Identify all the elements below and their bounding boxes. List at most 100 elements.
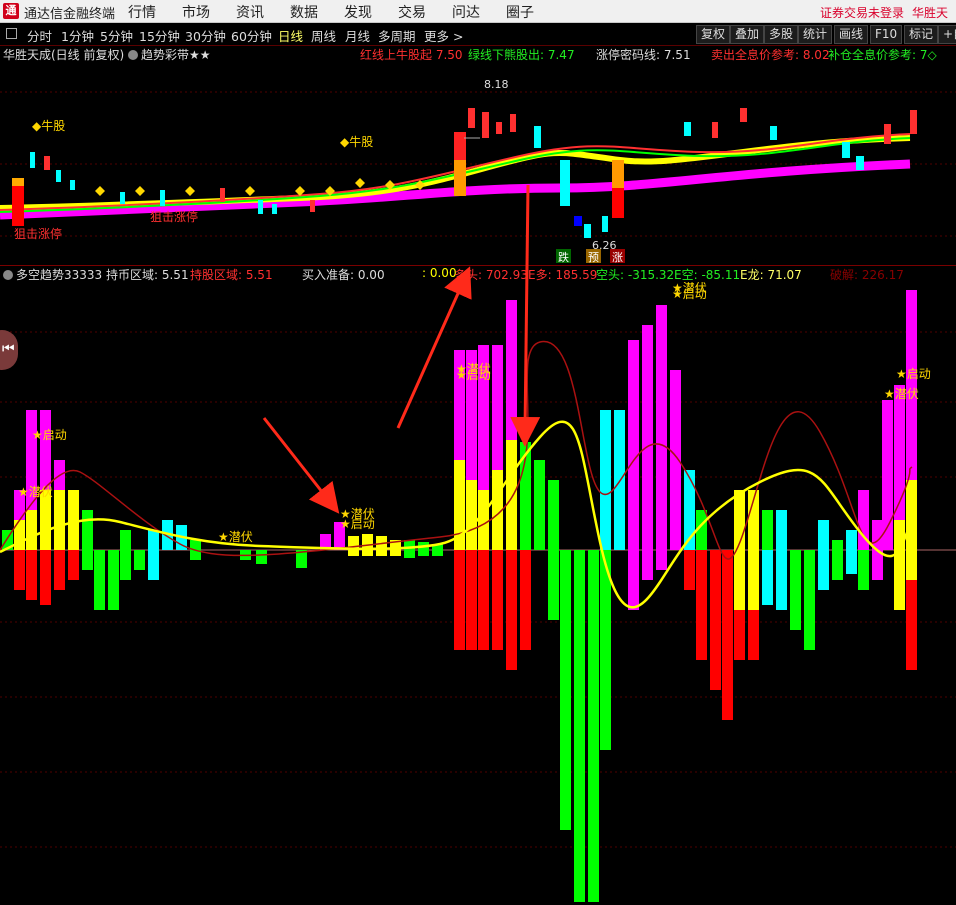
indicator-bar [54,490,65,550]
hold-stock-label: 持股区域: 5.51 [190,268,273,282]
indicator-bar [656,305,667,570]
indicator-bar [506,440,517,550]
menu-discover[interactable]: 发现 [344,2,372,22]
indicator-bar [82,550,93,570]
indicator-bar [120,530,131,580]
menu-market-quotes[interactable]: 行情 [128,2,156,22]
signal-ambush-2: ★潜伏 [218,530,253,544]
f10-button[interactable]: F10 [870,25,903,44]
menu-news[interactable]: 资讯 [236,2,264,22]
mark-button[interactable]: 标记 [904,25,939,44]
crack-label: 破解: 226.17 [830,268,904,282]
indicator-bar [376,536,387,556]
indicator-bar [40,550,51,605]
period-5min[interactable]: 5分钟 [100,26,133,45]
menu-ask[interactable]: 问达 [452,2,480,22]
signal-ambush-5: ★潜伏 [672,282,707,295]
more-tools-button[interactable]: +自 [938,25,956,44]
indicator-bar [40,490,51,550]
period-30min[interactable]: 30分钟 [185,26,226,45]
high-price-label: 8.18 [484,78,509,91]
indicator-bar [82,510,93,550]
indicator-bar [776,510,787,610]
period-timeshare[interactable]: 分时 [27,26,52,45]
period-more[interactable]: 更多 > [424,26,463,45]
overlay-button[interactable]: 叠加 [730,25,765,44]
e-short-label: E空: -85.11 [674,268,741,282]
period-monthly[interactable]: 月线 [345,26,370,45]
indicator-bar [94,550,105,610]
indicator-bar [520,550,531,650]
signal-start-5: ★启动 [896,367,931,381]
indicator-bar [858,550,869,590]
buy-prep-label: 买入准备: 0.00 [302,268,385,282]
e-dragon-label: E龙: 71.07 [740,268,802,282]
indicator-bar [790,550,801,630]
indicator-bar [548,480,559,620]
indicator-menu-icon[interactable] [128,50,138,60]
adjust-button[interactable]: 复权 [696,25,731,44]
indicator-bar [600,550,611,750]
trend-indicator-chart[interactable]: ★启动 ★潜伏 ★潜伏 ★启动 ★潜伏 ★启动 ★潜伏 ★启动 ★潜伏 ★启动 … [0,282,956,902]
indicator-bar [574,550,585,902]
period-1min[interactable]: 1分钟 [61,26,94,45]
signal-ambush-4: ★潜伏 [456,362,491,376]
app-logo-icon: 通 [3,3,19,19]
period-multi[interactable]: 多周期 [378,26,416,45]
menu-data[interactable]: 数据 [290,2,318,22]
indicator-bar [642,325,653,580]
sub-indicator-menu-icon[interactable] [3,270,13,280]
indicator-bar [894,520,905,610]
bull-signal-1: ◆牛股 [32,118,65,133]
indicator-bar [600,410,611,550]
menu-bar: 通 通达信金融终端 行情 市场 资讯 数据 发现 交易 问达 圈子 证券交易未登… [0,0,956,37]
indicator-bar [560,550,571,830]
indicator-bar [710,550,721,690]
e-long-label: E多: 185.59 [528,268,598,282]
long-value-label: 多头: 702.93 [454,268,528,282]
period-weekly[interactable]: 周线 [311,26,336,45]
menu-circle[interactable]: 圈子 [506,2,534,22]
period-daily[interactable]: 日线 [278,26,303,45]
indicator-bar [818,520,829,590]
trade-login-status[interactable]: 证券交易未登录 [820,4,904,21]
indicator-bar [478,550,489,650]
statistics-button[interactable]: 统计 [798,25,833,44]
indicator-bar [762,510,773,550]
indicator-bar [26,550,37,600]
signal-start-1: ★启动 [32,428,67,442]
period-toolbar: 分时 1分钟 5分钟 15分钟 30分钟 60分钟 日线 周线 月线 多周期 更… [0,23,956,46]
indicator-bar [68,550,79,580]
indicator-bar [478,490,489,550]
indicator-bar [614,410,625,550]
indicator-bar [734,610,745,660]
indicator-bar [454,550,465,650]
multi-stock-button[interactable]: 多股 [764,25,799,44]
short-value-label: 空头: -315.32 [596,268,675,282]
app-title: 通达信金融终端 [24,7,116,22]
indicator-bar [748,490,759,610]
panel-toggle-icon[interactable] [6,28,17,39]
signal-ambush-1: ★潜伏 [18,485,53,499]
limit-up-signal-1: 狙击涨停 [14,226,62,241]
indicator-bar [748,610,759,660]
indicator-bar [628,340,639,610]
indicator-bar [14,550,25,590]
indicator-bar [256,550,267,564]
kline-chart[interactable]: 8.18 6.26 ◆牛股 ◆牛股 狙击涨停 狙击涨停 跌 预 涨 [0,60,956,265]
indicator-bar [832,540,843,580]
period-60min[interactable]: 60分钟 [231,26,272,45]
indicator-bar [418,542,429,556]
rise-badge-text: 涨 [612,251,623,264]
menu-market[interactable]: 市场 [182,2,210,22]
collapse-icon: ⏮ [2,341,15,357]
indicator-bar [722,550,733,720]
draw-line-button[interactable]: 画线 [834,25,869,44]
period-15min[interactable]: 15分钟 [139,26,180,45]
menu-trade[interactable]: 交易 [398,2,426,22]
indicator-bar [108,550,119,610]
zero-value-label: : 0.00 [422,266,457,280]
indicator-bar [906,580,917,670]
indicator-bar [492,550,503,650]
sub-indicator-title[interactable]: 多空趋势33333 [3,266,102,283]
